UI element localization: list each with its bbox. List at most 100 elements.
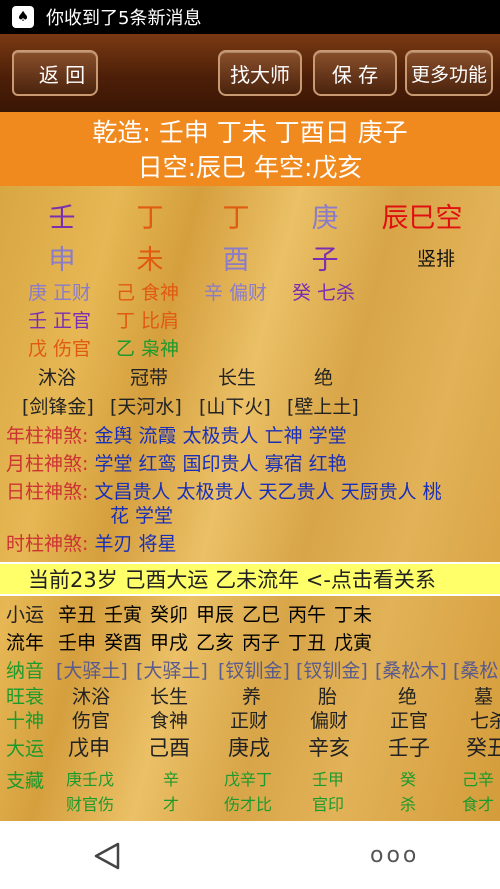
year-branch: 申 bbox=[48, 245, 76, 276]
cell: 丙午 bbox=[288, 604, 327, 626]
back-triangle-icon[interactable] bbox=[92, 841, 122, 871]
cell: 胎 bbox=[318, 686, 338, 708]
shensha-value: 羊刃 将星 bbox=[94, 533, 177, 555]
dayun-row: 大运 戊申 己酉 庚戌 辛亥 壬子 癸丑 bbox=[0, 732, 500, 762]
cell: 己辛 bbox=[462, 770, 495, 789]
row-label: 支藏 bbox=[6, 770, 45, 792]
shensha-label: 年柱神煞: bbox=[6, 425, 89, 447]
vertical-toggle[interactable]: 竖排 bbox=[406, 244, 466, 271]
status-bar: ♠ 你收到了5条新消息 bbox=[0, 0, 500, 34]
branches-row: 申 未 酉 子 竖排 bbox=[0, 238, 500, 276]
shensha-value: 文昌贵人 太极贵人 天乙贵人 天厨贵人 桃 bbox=[94, 481, 442, 503]
row-label: 纳音 bbox=[6, 660, 45, 682]
cell: 甲辰 bbox=[196, 604, 235, 626]
cell: 食神 bbox=[150, 710, 189, 732]
liunian-row: 流年 壬申 癸酉 甲戌 乙亥 丙子 丁丑 戊寅 bbox=[0, 628, 500, 654]
month-stem: 丁 bbox=[136, 203, 164, 234]
year-stem: 壬 bbox=[48, 203, 76, 234]
cell: 长生 bbox=[150, 686, 189, 708]
row-label: 大运 bbox=[6, 738, 45, 760]
shensha-label: 月柱神煞: bbox=[6, 453, 89, 475]
find-master-button[interactable]: 找大师 bbox=[218, 50, 302, 96]
cell: 绝 bbox=[398, 686, 418, 708]
cell: 养 bbox=[242, 686, 262, 708]
year-shensha: 年柱神煞: 金舆 流霞 太极贵人 亡神 学堂 bbox=[6, 424, 347, 449]
shensha-value: 金舆 流霞 太极贵人 亡神 学堂 bbox=[94, 425, 347, 447]
shensha-value: 学堂 红鸾 国印贵人 寡宿 红艳 bbox=[94, 453, 347, 475]
cell: 癸酉 bbox=[104, 632, 143, 654]
cell: 丁丑 bbox=[288, 632, 327, 654]
toolbar: 返 回 找大师 保 存 更多功能 bbox=[0, 34, 500, 112]
notification-icon: ♠ bbox=[12, 6, 34, 28]
shensha-label: 时柱神煞: bbox=[6, 533, 89, 555]
save-button[interactable]: 保 存 bbox=[313, 50, 397, 96]
stems-row: 壬 丁 丁 庚 辰巳空 bbox=[0, 196, 500, 234]
life-stage: 绝 bbox=[314, 367, 334, 389]
cell: 偏财 bbox=[310, 710, 349, 732]
cell: [钗钏金] bbox=[296, 660, 368, 682]
back-button[interactable]: 返 回 bbox=[12, 50, 98, 96]
hour-branch: 子 bbox=[311, 245, 339, 276]
hour-stem: 庚 bbox=[311, 203, 339, 234]
cell: 庚壬戊 bbox=[66, 770, 115, 789]
current-dayun-bar[interactable]: 当前23岁 己酉大运 乙未流年 <-点击看关系 bbox=[0, 562, 500, 596]
cell[interactable]: 庚戌 bbox=[228, 732, 270, 762]
shishen-row: 十神 伤官 食神 正财 偏财 正官 七杀 bbox=[0, 706, 500, 732]
cell: 壬申 bbox=[58, 632, 97, 654]
more-functions-button[interactable]: 更多功能 bbox=[405, 50, 493, 96]
cell: 正官 bbox=[390, 710, 429, 732]
cell: 癸卯 bbox=[150, 604, 189, 626]
main-panel: 壬 丁 丁 庚 辰巳空 申 未 酉 子 竖排 庚 正财 壬 正官 戊 伤官 己 … bbox=[0, 186, 500, 821]
cell[interactable]: 壬子 bbox=[388, 732, 430, 762]
status-message: 你收到了5条新消息 bbox=[46, 8, 202, 29]
cell: 壬甲 bbox=[312, 770, 345, 789]
cell: 戊辛丁 bbox=[224, 770, 273, 789]
hidden-stem: 乙 枭神 bbox=[116, 338, 180, 360]
month-branch: 未 bbox=[136, 245, 164, 276]
cell: 丁未 bbox=[334, 604, 373, 626]
empty-branches: 日空:辰巳 年空:戊亥 bbox=[137, 153, 363, 182]
cell: [大驿土] bbox=[136, 660, 208, 682]
hidden-stem: 癸 七杀 bbox=[292, 282, 356, 304]
cell: 食才 bbox=[462, 795, 495, 814]
month-shensha: 月柱神煞: 学堂 红鸾 国印贵人 寡宿 红艳 bbox=[6, 452, 347, 477]
cell: 沐浴 bbox=[72, 686, 111, 708]
chart-header: 乾造: 壬申 丁未 丁酉日 庚子 日空:辰巳 年空:戊亥 bbox=[0, 112, 500, 186]
cell[interactable]: 戊申 bbox=[68, 732, 110, 762]
cell: 戊寅 bbox=[334, 632, 373, 654]
cell[interactable]: 辛亥 bbox=[308, 732, 350, 762]
shensha-label: 日柱神煞: bbox=[6, 481, 89, 503]
cell: 癸 bbox=[400, 770, 417, 789]
cell: 甲戌 bbox=[150, 632, 189, 654]
cell[interactable]: 癸丑 bbox=[466, 732, 500, 762]
cell: 墓 bbox=[474, 686, 494, 708]
day-shensha-cont: 花 学堂 bbox=[110, 504, 173, 529]
cell: 七杀 bbox=[470, 710, 500, 732]
nayin: [壁上土] bbox=[287, 396, 359, 418]
cell: [钗钏金] bbox=[218, 660, 290, 682]
row-label: 十神 bbox=[6, 710, 45, 732]
day-shensha: 日柱神煞: 文昌贵人 太极贵人 天乙贵人 天厨贵人 桃 bbox=[6, 480, 442, 505]
nayin: [山下火] bbox=[199, 396, 271, 418]
xiaoyun-row: 小运 辛丑 壬寅 癸卯 甲辰 乙巳 丙午 丁未 bbox=[0, 600, 500, 626]
cell: [大驿土] bbox=[56, 660, 128, 682]
hidden-stem: 壬 正官 bbox=[28, 310, 92, 332]
zhicang-row: 支藏 庚壬戊 辛 戊辛丁 壬甲 癸 己辛 bbox=[0, 766, 500, 792]
system-nav-bar: ooo bbox=[0, 821, 500, 889]
hidden-stem: 丁 比肩 bbox=[116, 310, 180, 332]
cell: 伤官 bbox=[72, 710, 111, 732]
zhicang-shishen-row: 财官伤 才 伤才比 官印 杀 食才 bbox=[0, 791, 500, 817]
hidden-stem: 庚 正财 bbox=[28, 282, 92, 304]
wangshuai-row: 旺衰 沐浴 长生 养 胎 绝 墓 bbox=[0, 682, 500, 708]
cell: 伤才比 bbox=[224, 795, 273, 814]
hidden-stem: 戊 伤官 bbox=[28, 338, 92, 360]
cell: 辛丑 bbox=[58, 604, 97, 626]
more-dots-icon[interactable]: ooo bbox=[370, 843, 419, 868]
row-label: 旺衰 bbox=[6, 686, 45, 708]
life-stage: 冠带 bbox=[130, 367, 169, 389]
life-stage: 长生 bbox=[218, 367, 257, 389]
cell: 官印 bbox=[312, 795, 345, 814]
cell[interactable]: 己酉 bbox=[148, 732, 190, 762]
cell: 乙亥 bbox=[196, 632, 235, 654]
cell: 乙巳 bbox=[242, 604, 281, 626]
